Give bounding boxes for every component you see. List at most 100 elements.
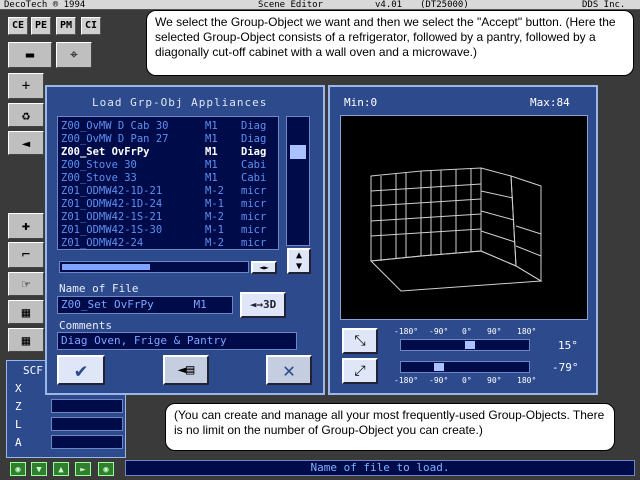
hscroll-thumb[interactable] [62,264,150,270]
tick-label: 90° [487,327,502,336]
tilt-angle: -79° [552,361,579,374]
code-label: (DT25000) [420,0,469,10]
callout-top: We select the Group-Object we want and t… [146,10,634,76]
item-module: M-1 [205,224,224,236]
l-field[interactable] [51,417,123,431]
min-label: Min:0 [344,96,378,109]
list-item[interactable]: Z00_Stove 33 M1 Cabi [61,172,277,185]
cancel-button[interactable]: ✕ [266,355,312,385]
ce-button[interactable]: CE [8,17,28,35]
comments-field[interactable]: Diag Oven, Frige & Pantry [57,332,297,350]
max-label: Max:84 [530,96,570,109]
z-label: Z [15,400,22,413]
list-item[interactable]: Z00_Set OvFrPy M1 Diag [61,146,277,159]
tilt-slider[interactable] [400,361,530,373]
tick-label: 0° [462,327,472,336]
tilt-axes-icon[interactable]: ⤢ [342,358,378,384]
hscroll-arrows-icon[interactable]: ◄► [251,261,277,274]
tick-label: -90° [429,327,449,336]
horizontal-scroll[interactable] [59,261,249,273]
load-icon[interactable]: ◄ [8,131,44,155]
rotate-axes-icon[interactable]: ⤡ [342,328,378,354]
item-name: Z01_ODMW42-1S-30 [61,224,163,236]
ruler-icon[interactable]: ▬ [8,42,52,68]
file-name-field[interactable]: Z00_Set OvFrPy M1 [57,296,233,314]
scroll-arrows-icon[interactable]: ▲ ▼ [287,248,311,274]
view-3d-label: 3D [263,298,277,311]
list-item[interactable]: Z01_ODMW42-1S-30 M-1 micr [61,224,277,237]
accept-button[interactable]: ✔ [57,355,105,385]
files-icon: ◄▤ [177,362,195,378]
list-scrollbar[interactable] [286,116,310,246]
list-item[interactable]: Z00_OvMW D Pan 27 M1 Diag [61,133,277,146]
load-files-button[interactable]: ◄▤ [163,355,209,385]
item-type: micr [241,224,267,236]
rotation-thumb[interactable] [464,341,475,349]
item-type: Diag [241,120,267,132]
item-module: M-2 [205,211,224,223]
ci-button[interactable]: CI [81,17,101,35]
hand-icon[interactable]: ☞ [8,272,44,296]
name-label: Name of File [59,282,139,295]
tools-icon[interactable]: ✚ [8,213,44,239]
item-name: Z01_ODMW42-1D-21 [61,185,163,197]
grid2-icon[interactable]: ▦ [8,328,44,352]
pm-button[interactable]: PM [56,17,76,35]
add-icon[interactable]: + [8,73,44,99]
title-bar: DecoTech ® 1994 Scene Editor v4.01 (DT25… [0,0,640,10]
item-type: micr [241,211,267,223]
item-type: Cabi [241,159,267,171]
checkmark-icon: ✔ [74,358,88,382]
comments-label: Comments [59,319,112,332]
nav-right-icon[interactable]: ► [75,462,91,476]
l-label: L [15,418,22,431]
list-item[interactable]: Z01_ODMW42-24 M-2 micr [61,237,277,250]
nav-down-icon[interactable]: ▼ [31,462,47,476]
scroll-thumb[interactable] [290,145,306,159]
item-name: Z01_ODMW42-1S-21 [61,211,163,223]
file-list[interactable]: Z00_OvMW D Cab 30 M1 Diag Z00_OvMW D Pan 27… [57,116,279,250]
list-item[interactable]: Z01_ODMW42-1D-21 M-2 micr [61,185,277,198]
item-module: M1 [205,159,218,171]
tilt-thumb[interactable] [434,363,445,371]
list-item[interactable]: Z01_ODMW42-1S-21 M-2 micr [61,211,277,224]
tick-label: 0° [462,376,472,385]
tick-label: 180° [517,327,537,336]
tick-label: -180° [394,376,419,385]
view-3d-button[interactable]: ◄→3D [240,292,286,318]
tool-icon[interactable]: ⌖ [56,42,92,68]
list-item[interactable]: Z00_Stove 30 M1 Cabi [61,159,277,172]
tick-label: -180° [394,327,419,336]
ticks-row-2: -180° -90° 0° 90° 180° [394,376,544,386]
company-label: DDS Inc. [582,0,626,10]
nav-last-icon[interactable]: ◉ [98,462,114,476]
version-label: v4.01 [375,0,403,10]
3d-preview-canvas [340,115,588,320]
close-icon: ✕ [282,358,296,382]
item-module: M-2 [205,185,224,197]
tick-label: 180° [517,376,537,385]
item-name: Z00_Stove 33 [61,172,137,184]
nav-first-icon[interactable]: ◉ [10,462,26,476]
pe-button[interactable]: PE [31,17,51,35]
item-name: Z01_ODMW42-1D-24 [61,198,163,210]
trash-icon[interactable]: ♻ [8,103,44,127]
ticks-row-1: -180° -90° 0° 90° 180° [394,327,544,337]
item-name: Z00_OvMW D Pan 27 [61,133,169,145]
list-item[interactable]: Z01_ODMW42-1D-24 M-1 micr [61,198,277,211]
a-label: A [15,436,22,449]
item-module: M1 [205,146,218,158]
wireframe-model-icon [369,167,543,292]
item-name: Z00_Stove 30 [61,159,137,171]
a-field[interactable] [51,435,123,449]
status-bar: Name of file to load. [125,460,635,476]
grid-icon[interactable]: ▦ [8,300,44,324]
item-module: M1 [205,120,218,132]
corner-icon[interactable]: ⌐ [8,242,44,268]
z-field[interactable] [51,399,123,413]
list-item[interactable]: Z00_OvMW D Cab 30 M1 Diag [61,120,277,133]
nav-up-icon[interactable]: ▲ [53,462,69,476]
rotation-slider[interactable] [400,339,530,351]
x-label: X [15,382,22,395]
item-module: M1 [205,133,218,145]
